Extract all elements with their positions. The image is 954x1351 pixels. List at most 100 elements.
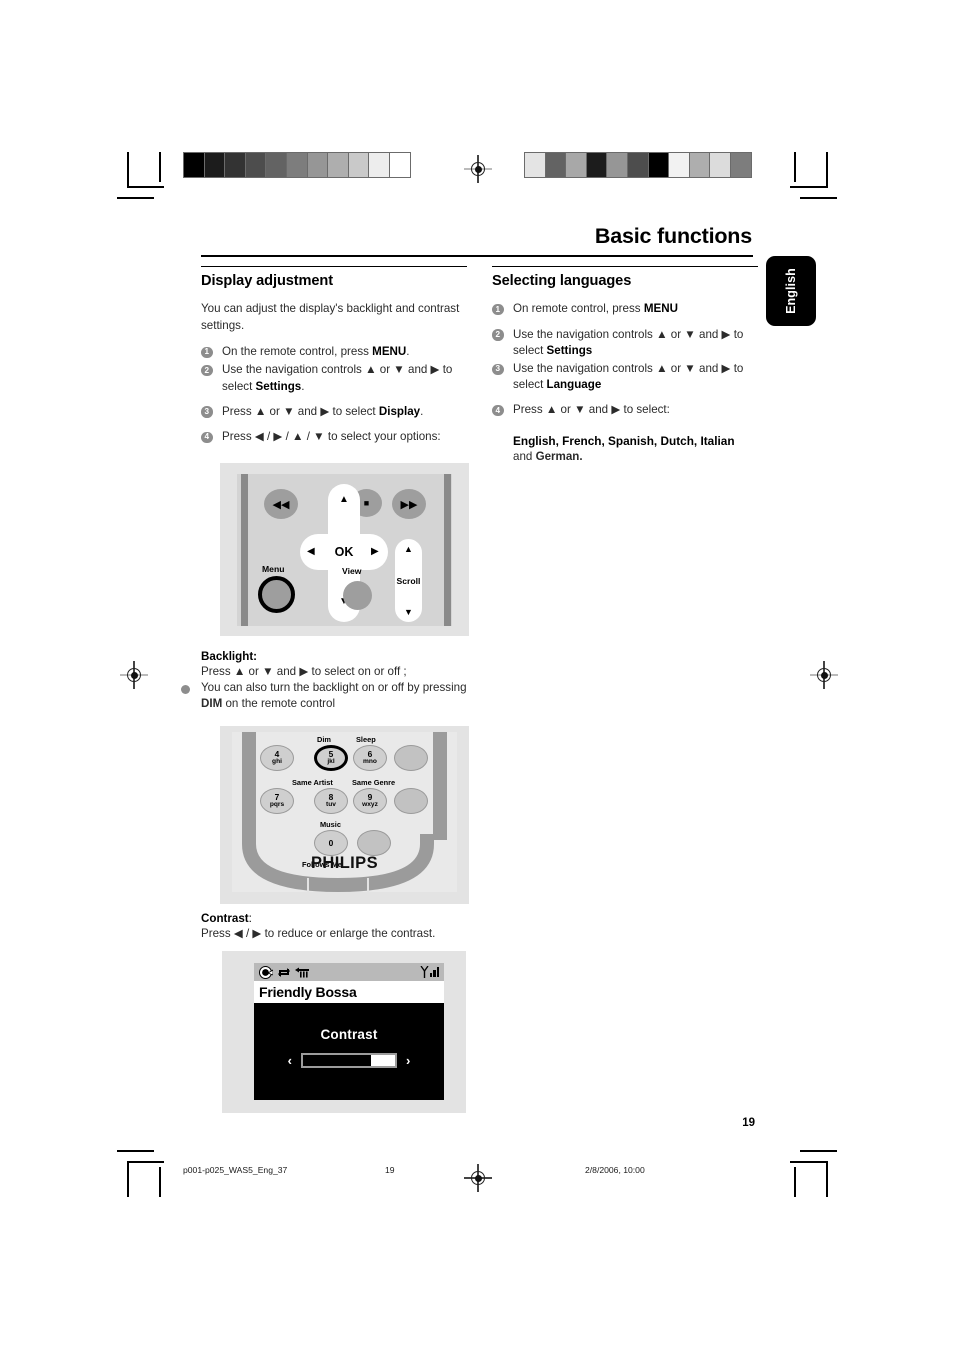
- backlight-instruction: Press ▲ or ▼ and ▶ to select on or off ;: [201, 665, 407, 678]
- key-5-dim[interactable]: 5 jkl: [314, 745, 348, 771]
- step-number: 1: [201, 346, 213, 359]
- up-arrow-glyph: ▲: [339, 494, 349, 505]
- calibration-swatch: [368, 152, 391, 178]
- step-item: 2 Use the navigation controls ▲ or ▼ and…: [492, 327, 760, 359]
- lcd-status-bar: [254, 963, 444, 981]
- calibration-swatch: [606, 152, 629, 178]
- crop-mark: [127, 1161, 164, 1163]
- step-text: Press ▲ or ▼ and ▶ to select Display.: [222, 404, 469, 420]
- key-letters: ghi: [272, 757, 282, 765]
- step-text-bold: Settings: [255, 379, 302, 393]
- crop-mark: [159, 1167, 161, 1197]
- contrast-label-suffix: :: [248, 912, 252, 925]
- step-text-bold: Settings: [546, 343, 593, 357]
- key-6[interactable]: 6 mno: [353, 745, 387, 771]
- contrast-block: Contrast: Press ◀ / ▶ to reduce or enlar…: [201, 912, 469, 942]
- calibration-swatch: [709, 152, 732, 178]
- scroll-label: Scroll: [396, 575, 421, 586]
- key-letters: jkl: [327, 757, 335, 765]
- step-item: 1 On the remote control, press MENU.: [201, 344, 469, 360]
- backlight-bullet: You can also turn the backlight on or of…: [180, 680, 469, 712]
- crop-mark: [790, 186, 827, 188]
- step-text-tail: .: [301, 379, 305, 393]
- repeat-icon: [278, 967, 290, 977]
- crop-mark: [794, 152, 796, 182]
- crop-mark: [127, 1161, 129, 1197]
- same-artist-label: Same Artist: [292, 778, 333, 787]
- scroll-pad[interactable]: ▲ Scroll ▼: [395, 539, 422, 622]
- lcd-menu-area: Contrast ‹ ›: [254, 1003, 444, 1100]
- philips-logo: PHILIPS: [311, 854, 378, 872]
- right-arrow-glyph: ▶: [371, 546, 379, 557]
- backlight-bullet-text: You can also turn the backlight on or of…: [201, 680, 469, 712]
- rewind-button[interactable]: ◀◀: [264, 489, 298, 519]
- key-4[interactable]: 4 ghi: [260, 745, 294, 771]
- menu-label: Menu: [262, 564, 285, 574]
- dpad-left-icon[interactable]: ◀: [307, 546, 315, 557]
- calibration-swatch: [627, 152, 649, 178]
- lcd-left-chevron-icon[interactable]: ‹: [288, 1053, 292, 1068]
- lcd-screen: Friendly Bossa Contrast ‹ ›: [254, 963, 444, 1100]
- calibration-swatch: [730, 152, 752, 178]
- menu-button[interactable]: [258, 576, 295, 613]
- step-text-bold: Display: [378, 404, 421, 418]
- calibration-swatch: [647, 152, 670, 178]
- scroll-down-icon[interactable]: ▼: [404, 607, 413, 617]
- bullet-text-tail: on the remote control: [222, 697, 336, 711]
- key-blank-bottom[interactable]: [357, 830, 391, 856]
- contrast-slider-knob[interactable]: [371, 1055, 395, 1066]
- music-label: Music: [320, 820, 341, 829]
- key-0[interactable]: 0: [314, 830, 348, 856]
- languages-list: English, French, Spanish, Dutch, Italian…: [492, 433, 760, 466]
- step-item: 2 Use the navigation controls ▲ or ▼ and…: [201, 362, 469, 394]
- crop-mark: [790, 1161, 827, 1163]
- lcd-right-chevron-icon[interactable]: ›: [406, 1053, 410, 1068]
- key-letters: wxyz: [362, 800, 378, 808]
- registration-mark-left: [120, 661, 148, 689]
- scroll-up-icon[interactable]: ▲: [404, 544, 413, 554]
- key-8[interactable]: 8 tuv: [314, 788, 348, 814]
- step-item: 3 Use the navigation controls ▲ or ▼ and…: [492, 361, 760, 393]
- rewind-icon: ◀◀: [272, 498, 290, 511]
- step-text: On the remote control, press MENU.: [222, 344, 469, 360]
- bullet-text-bold: DIM: [201, 697, 223, 711]
- key-blank-right-2[interactable]: [394, 788, 428, 814]
- view-button[interactable]: [343, 581, 372, 610]
- languages-tail-bold: German.: [535, 450, 583, 464]
- crop-mark: [826, 152, 828, 188]
- footer-filename: p001-p025_WAS5_Eng_37: [183, 1165, 288, 1175]
- lcd-track-title: Friendly Bossa: [254, 981, 444, 1003]
- step-text: Use the navigation controls ▲ or ▼ and ▶…: [513, 327, 760, 359]
- remote-rail-right: [444, 474, 451, 626]
- contrast-instruction: Press ◀ / ▶ to reduce or enlarge the con…: [201, 927, 436, 940]
- chapter-title: Basic functions: [594, 224, 752, 248]
- backlight-label: Backlight:: [201, 650, 258, 663]
- crop-mark: [800, 1150, 837, 1152]
- document-page: Basic functions English Display adjustme…: [0, 0, 954, 1351]
- step-text: On remote control, press MENU: [513, 301, 760, 317]
- step-item: 3 Press ▲ or ▼ and ▶ to select Display.: [201, 404, 469, 420]
- calibration-swatch: [347, 152, 370, 178]
- key-9[interactable]: 9 wxyz: [353, 788, 387, 814]
- remote-rail-left: [241, 474, 248, 626]
- display-adjustment-intro: You can adjust the display's backlight a…: [201, 302, 460, 332]
- step-text: Press ◀ / ▶ / ▲ / ▼ to select your optio…: [222, 430, 441, 444]
- step-item: 1 On remote control, press MENU: [492, 301, 760, 317]
- lcd-slider-row: ‹ ›: [254, 1053, 444, 1068]
- contrast-slider[interactable]: [301, 1053, 397, 1068]
- calibration-bar-right: [524, 152, 752, 178]
- calibration-swatch: [524, 152, 546, 178]
- registration-mark-bottom: [464, 1164, 492, 1192]
- sleep-label: Sleep: [356, 735, 376, 744]
- key-blank-right-1[interactable]: [394, 745, 428, 771]
- dpad-up-icon[interactable]: ▲: [339, 494, 349, 505]
- crop-mark: [117, 197, 154, 199]
- key-7[interactable]: 7 pqrs: [260, 788, 294, 814]
- step-number: 3: [492, 363, 504, 375]
- calibration-swatch: [203, 152, 226, 178]
- forward-button[interactable]: ▶▶: [392, 489, 426, 519]
- calibration-swatch: [565, 152, 588, 178]
- ok-button[interactable]: OK: [328, 539, 360, 565]
- step-text-bold: Language: [546, 378, 602, 392]
- dpad-right-icon[interactable]: ▶: [371, 546, 379, 557]
